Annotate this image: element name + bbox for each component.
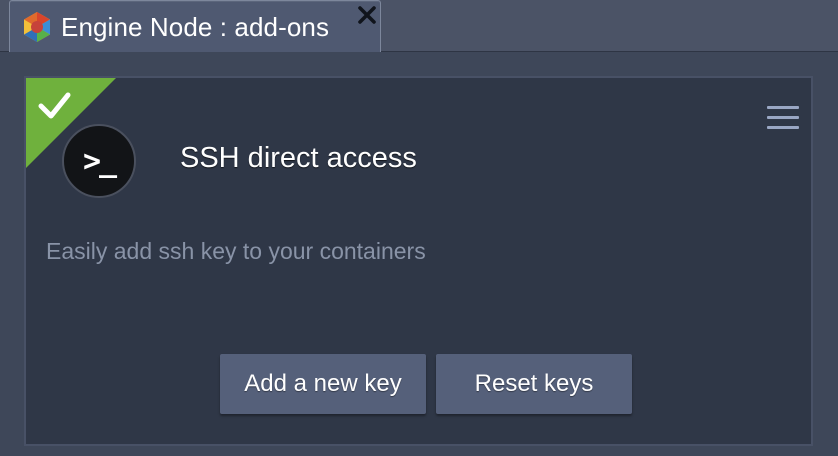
hamburger-menu-icon[interactable]: [767, 106, 801, 132]
addon-title: SSH direct access: [180, 142, 417, 174]
reset-keys-button[interactable]: Reset keys: [436, 354, 632, 414]
add-new-key-button[interactable]: Add a new key: [220, 354, 426, 414]
terminal-icon-glyph: >_: [82, 144, 117, 179]
close-icon[interactable]: [356, 4, 378, 26]
tab-bar: Engine Node : add-ons: [0, 0, 838, 52]
addon-description: Easily add ssh key to your containers: [46, 238, 426, 264]
addon-card-ssh: >_ SSH direct access Easily add ssh key …: [24, 76, 813, 446]
app-logo-icon: [24, 12, 50, 42]
tab-engine-node-addons[interactable]: Engine Node : add-ons: [9, 0, 381, 52]
terminal-icon: >_: [62, 124, 136, 198]
addons-panel: >_ SSH direct access Easily add ssh key …: [0, 52, 838, 456]
tab-title: Engine Node : add-ons: [61, 12, 330, 42]
